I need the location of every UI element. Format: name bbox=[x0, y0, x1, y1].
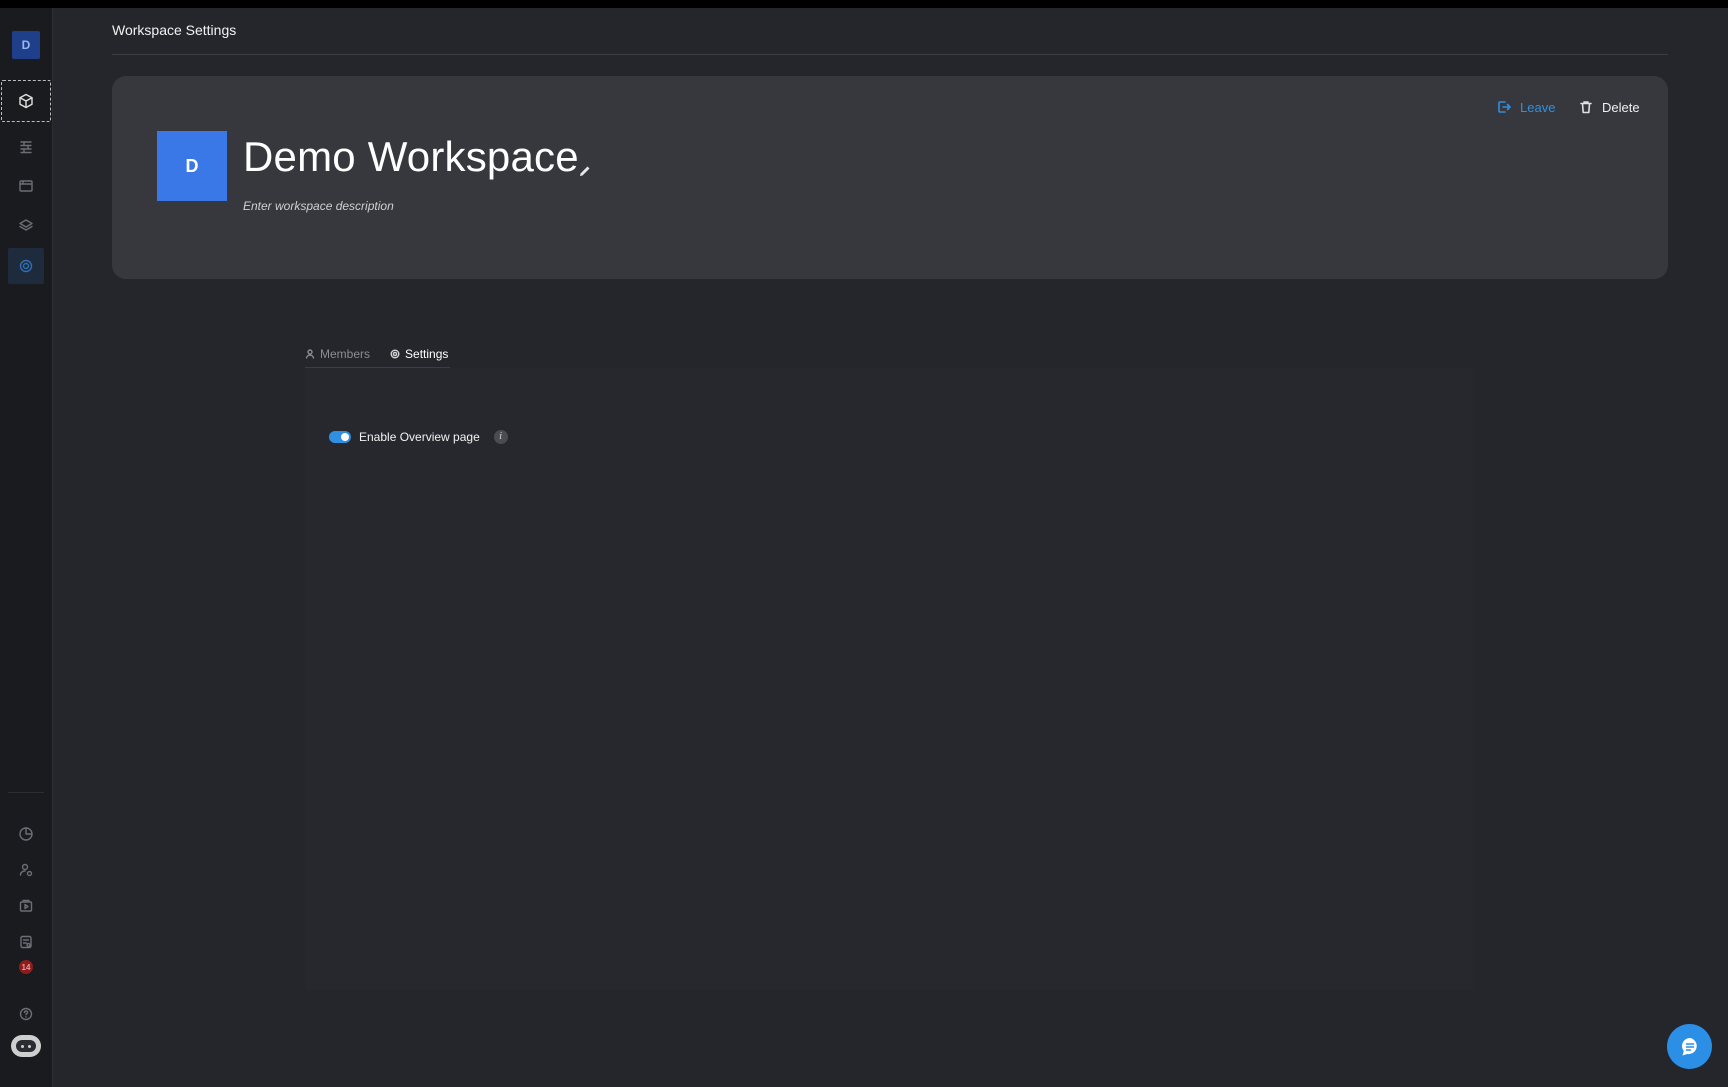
notifications-badge[interactable]: 14 bbox=[19, 960, 33, 974]
workspace-name[interactable]: Demo Workspace bbox=[243, 133, 579, 181]
pipelines-icon bbox=[20, 141, 32, 154]
workspace-card-avatar[interactable]: D bbox=[157, 131, 227, 201]
tab-members-label: Members bbox=[320, 347, 371, 361]
settings-gear-icon bbox=[19, 259, 33, 273]
delete-button[interactable]: Delete bbox=[1578, 96, 1640, 118]
tab-settings[interactable]: Settings bbox=[390, 341, 449, 369]
workspace-card: D Demo Workspace Enter workspace descrip… bbox=[112, 76, 1668, 279]
pencil-icon bbox=[580, 166, 590, 176]
tab-members[interactable]: Members bbox=[305, 341, 370, 367]
workspace-description-input[interactable]: Enter workspace description bbox=[243, 199, 394, 213]
sidebar-item-layers[interactable] bbox=[8, 208, 44, 244]
workspace-avatar[interactable]: D bbox=[12, 31, 40, 59]
chat-bubble-icon bbox=[1681, 1037, 1697, 1055]
page-title: Workspace Settings bbox=[112, 22, 237, 38]
sidebar-item-workspaces[interactable] bbox=[1, 80, 51, 122]
sidebar-item-queue[interactable] bbox=[8, 924, 44, 960]
tab-settings-label: Settings bbox=[405, 347, 449, 361]
sidebar-divider bbox=[8, 792, 44, 793]
leave-button[interactable]: Leave bbox=[1496, 96, 1555, 118]
app-root: D 14 Workspace Settings D Demo Workspace… bbox=[0, 8, 1728, 1087]
settings-panel: Enable Overview page i bbox=[305, 368, 1474, 990]
play-box-icon bbox=[19, 899, 33, 912]
header-divider bbox=[112, 54, 1668, 55]
trash-icon bbox=[1580, 101, 1592, 114]
sidebar-item-reports[interactable] bbox=[8, 816, 44, 852]
sidebar-item-projects[interactable] bbox=[8, 168, 44, 204]
gear-icon bbox=[390, 349, 400, 359]
enable-overview-label: Enable Overview page bbox=[359, 430, 480, 444]
window-icon bbox=[19, 180, 33, 192]
layers-icon bbox=[19, 219, 33, 231]
support-chat-button[interactable] bbox=[1667, 1024, 1712, 1069]
help-icon bbox=[19, 1007, 33, 1021]
info-icon[interactable]: i bbox=[493, 430, 508, 444]
pie-chart-icon bbox=[19, 827, 33, 841]
edit-name-button[interactable] bbox=[579, 164, 591, 176]
sidebar-item-users[interactable] bbox=[8, 852, 44, 888]
cube-icon bbox=[19, 93, 33, 109]
enable-overview-setting: Enable Overview page i bbox=[329, 430, 508, 444]
settings-tabs: Members Settings bbox=[305, 341, 449, 369]
user-icon bbox=[305, 349, 315, 359]
users-icon bbox=[19, 863, 33, 877]
sidebar: D 14 bbox=[0, 8, 53, 1087]
sidebar-item-help[interactable] bbox=[8, 996, 44, 1032]
enable-overview-toggle[interactable] bbox=[329, 431, 351, 443]
delete-label: Delete bbox=[1602, 99, 1640, 115]
sidebar-item-pipelines[interactable] bbox=[8, 129, 44, 165]
sidebar-item-settings[interactable] bbox=[8, 248, 44, 284]
leave-label: Leave bbox=[1520, 99, 1556, 115]
leave-icon bbox=[1498, 101, 1511, 113]
bot-icon bbox=[16, 1040, 36, 1052]
reports-icon bbox=[20, 935, 32, 949]
assistant-bot-button[interactable] bbox=[11, 1035, 41, 1057]
sidebar-item-media[interactable] bbox=[8, 888, 44, 924]
